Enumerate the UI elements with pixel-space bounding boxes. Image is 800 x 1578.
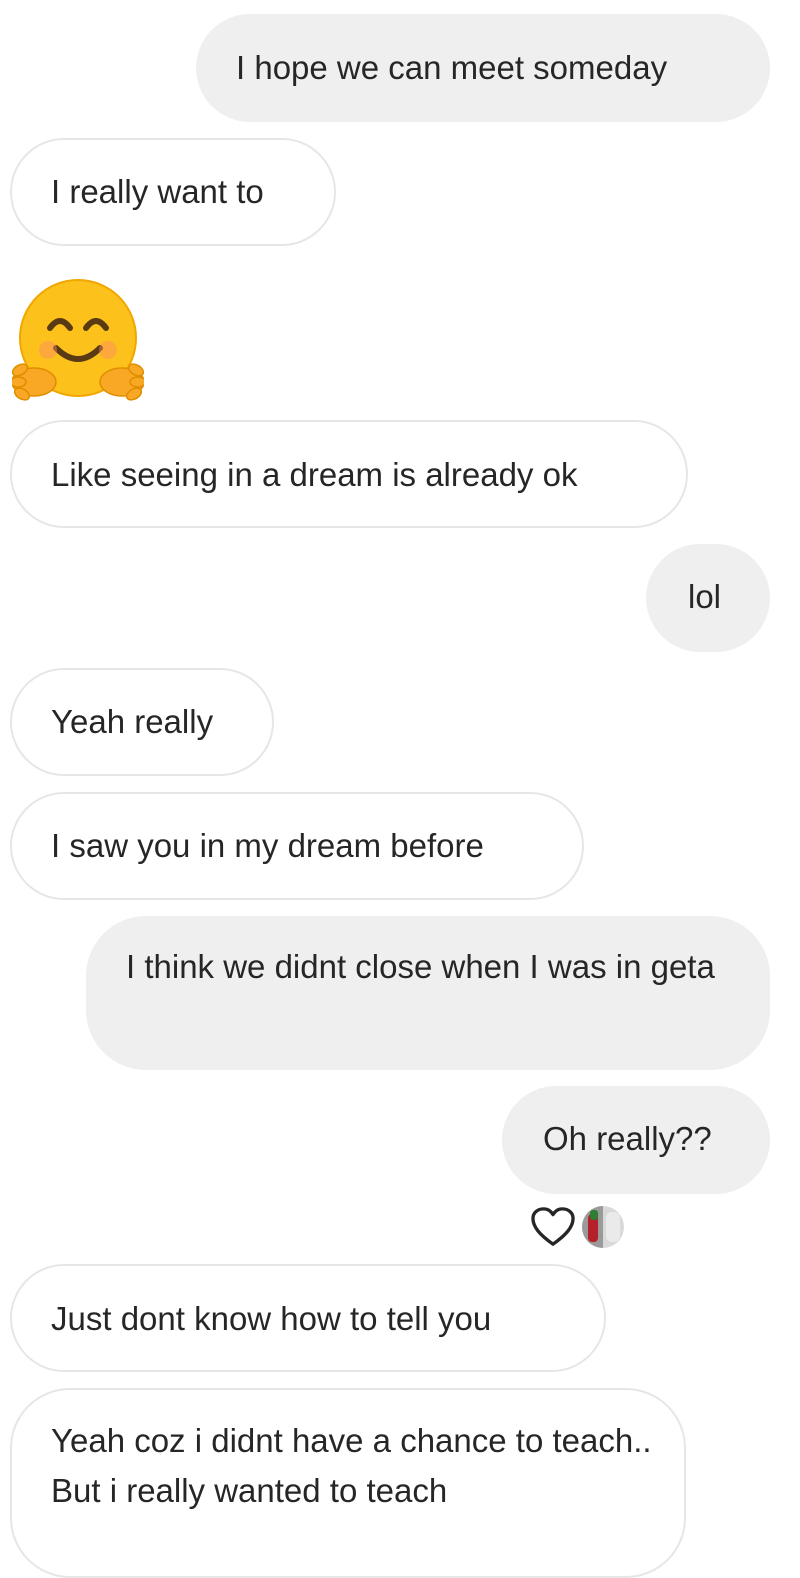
message-text: Yeah really <box>51 703 214 740</box>
message-bubble-outgoing[interactable]: Oh really?? <box>502 1086 770 1194</box>
message-text: I really want to <box>51 173 264 210</box>
message-bubble-incoming[interactable]: Just dont know how to tell you <box>10 1264 606 1372</box>
message-text: I saw you in my dream before <box>51 827 484 864</box>
message-bubble-outgoing[interactable]: lol <box>646 544 770 652</box>
reactor-avatar[interactable] <box>582 1206 624 1248</box>
message-text: Like seeing in a dream is already ok <box>51 456 578 493</box>
heart-icon[interactable] <box>530 1206 576 1248</box>
message-text: lol <box>688 578 722 615</box>
message-text: Oh really?? <box>543 1120 712 1157</box>
message-bubble-incoming[interactable]: I saw you in my dream before <box>10 792 584 900</box>
message-bubble-incoming[interactable]: Yeah coz i didnt have a chance to teach.… <box>10 1388 686 1578</box>
message-text: I think we didnt close when I was in get… <box>126 948 715 985</box>
message-bubble-incoming[interactable]: Like seeing in a dream is already ok <box>10 420 688 528</box>
message-bubble-incoming[interactable]: Yeah really <box>10 668 274 776</box>
message-reactions[interactable] <box>530 1204 630 1250</box>
message-text: Yeah coz i didnt have a chance to teach.… <box>51 1422 652 1509</box>
chat-thread: { "messages": [ {"text": "I hope we can … <box>0 0 800 1578</box>
message-bubble-outgoing[interactable]: I hope we can meet someday <box>196 14 770 122</box>
message-text: I hope we can meet someday <box>236 49 668 86</box>
message-bubble-incoming[interactable]: I really want to <box>10 138 336 246</box>
message-text: Just dont know how to tell you <box>51 1300 492 1337</box>
hugging-face-emoji[interactable] <box>12 278 144 404</box>
message-bubble-outgoing[interactable]: I think we didnt close when I was in get… <box>86 916 770 1070</box>
